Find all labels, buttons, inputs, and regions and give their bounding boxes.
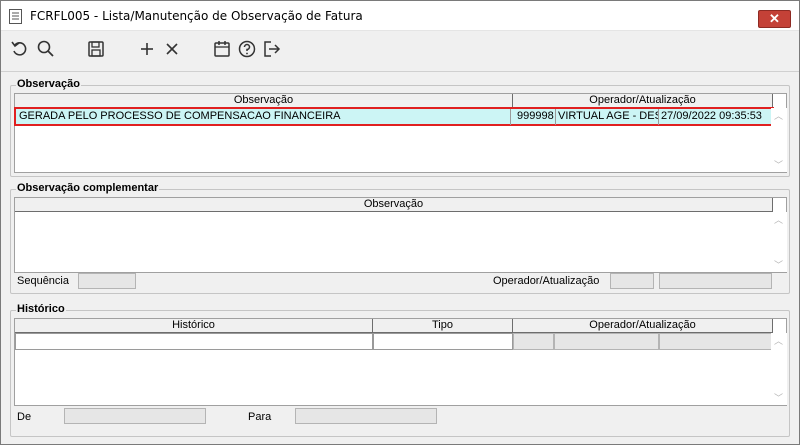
main-window: FCRFL005 - Lista/Manutenção de Observaçã… [0, 0, 800, 445]
scroll-down-icon[interactable]: ﹀ [774, 158, 783, 171]
cell-operador-nome: VIRTUAL AGE - DESE [556, 109, 659, 125]
operador-nome-cell [554, 333, 659, 350]
complementar-group: Observação complementar Observação ︿ ﹀ S… [10, 182, 790, 294]
delete-button[interactable] [162, 39, 184, 59]
historico-grid: Histórico Tipo Operador/Atualização ︿ ﹀ [14, 318, 787, 406]
window-title: FCRFL005 - Lista/Manutenção de Observaçã… [30, 9, 363, 23]
observacao-group: Observação Observação Operador/Atualizaç… [10, 78, 790, 177]
complementar-scrollbar[interactable]: ︿ ﹀ [771, 212, 787, 272]
historico-scrollbar[interactable]: ︿ ﹀ [771, 333, 787, 405]
exit-icon [264, 41, 281, 57]
search-button[interactable] [36, 39, 58, 59]
document-icon [9, 9, 22, 24]
para-field[interactable] [295, 408, 437, 424]
observacao-scrollbar[interactable]: ︿ ﹀ [771, 108, 787, 172]
title-bar: FCRFL005 - Lista/Manutenção de Observaçã… [1, 1, 799, 31]
tipo-input[interactable] [373, 333, 513, 350]
undo-icon [11, 41, 27, 56]
table-row[interactable] [15, 333, 773, 350]
add-button[interactable] [137, 39, 159, 59]
col-header-operador-hist[interactable]: Operador/Atualização [513, 319, 773, 333]
save-button[interactable] [86, 39, 108, 59]
col-header-historico[interactable]: Histórico [15, 319, 373, 333]
col-header-observacao[interactable]: Observação [15, 94, 513, 108]
de-field[interactable] [64, 408, 206, 424]
help-icon [238, 40, 256, 58]
close-icon: ✕ [769, 11, 780, 26]
historico-input[interactable] [15, 333, 373, 350]
close-button[interactable]: ✕ [758, 10, 791, 28]
save-icon [88, 41, 104, 57]
de-label: De [17, 411, 32, 423]
add-icon [141, 43, 153, 55]
scroll-down-icon[interactable]: ﹀ [774, 391, 783, 404]
scroll-up-icon[interactable]: ︿ [774, 334, 783, 347]
calendar-icon [214, 41, 230, 57]
complementar-legend: Observação complementar [16, 182, 160, 194]
cell-observacao[interactable]: GERADA PELO PROCESSO DE COMPENSACAO FINA… [17, 109, 511, 125]
delete-icon [166, 43, 178, 55]
para-label: Para [248, 411, 272, 423]
observacao-grid: Observação Operador/Atualização GERADA P… [14, 93, 787, 173]
help-button[interactable] [237, 39, 259, 59]
scroll-up-icon[interactable]: ︿ [774, 109, 783, 122]
operador-codigo-field[interactable] [610, 273, 654, 289]
operador-label: Operador/Atualização [493, 275, 600, 287]
scroll-up-icon[interactable]: ︿ [774, 213, 783, 226]
toolbar-separator [1, 71, 799, 72]
operador-codigo-cell [513, 333, 554, 350]
atualizacao-field[interactable] [659, 273, 772, 289]
calendar-button[interactable] [212, 39, 234, 59]
col-header-observacao-compl[interactable]: Observação [15, 198, 773, 212]
col-header-tipo[interactable]: Tipo [373, 319, 513, 333]
observacao-text-area[interactable] [15, 212, 771, 272]
undo-button[interactable] [10, 39, 32, 59]
search-icon [37, 40, 54, 57]
cell-atualizacao: 27/09/2022 09:35:53 [661, 110, 762, 122]
historico-legend: Histórico [16, 303, 66, 315]
table-row[interactable]: GERADA PELO PROCESSO DE COMPENSACAO FINA… [14, 107, 774, 126]
historico-group: Histórico Histórico Tipo Operador/Atuali… [10, 303, 790, 437]
sequencia-label: Sequência [17, 275, 69, 287]
complementar-grid: Observação ︿ ﹀ [14, 197, 787, 273]
atualizacao-cell [659, 333, 773, 350]
sequencia-field[interactable] [78, 273, 136, 289]
cell-operador-codigo: 999998 [515, 109, 556, 125]
scroll-down-icon[interactable]: ﹀ [774, 258, 783, 271]
toolbar [1, 32, 799, 70]
col-header-operador[interactable]: Operador/Atualização [513, 94, 773, 108]
exit-button[interactable] [262, 39, 284, 59]
observacao-legend: Observação [16, 78, 81, 90]
